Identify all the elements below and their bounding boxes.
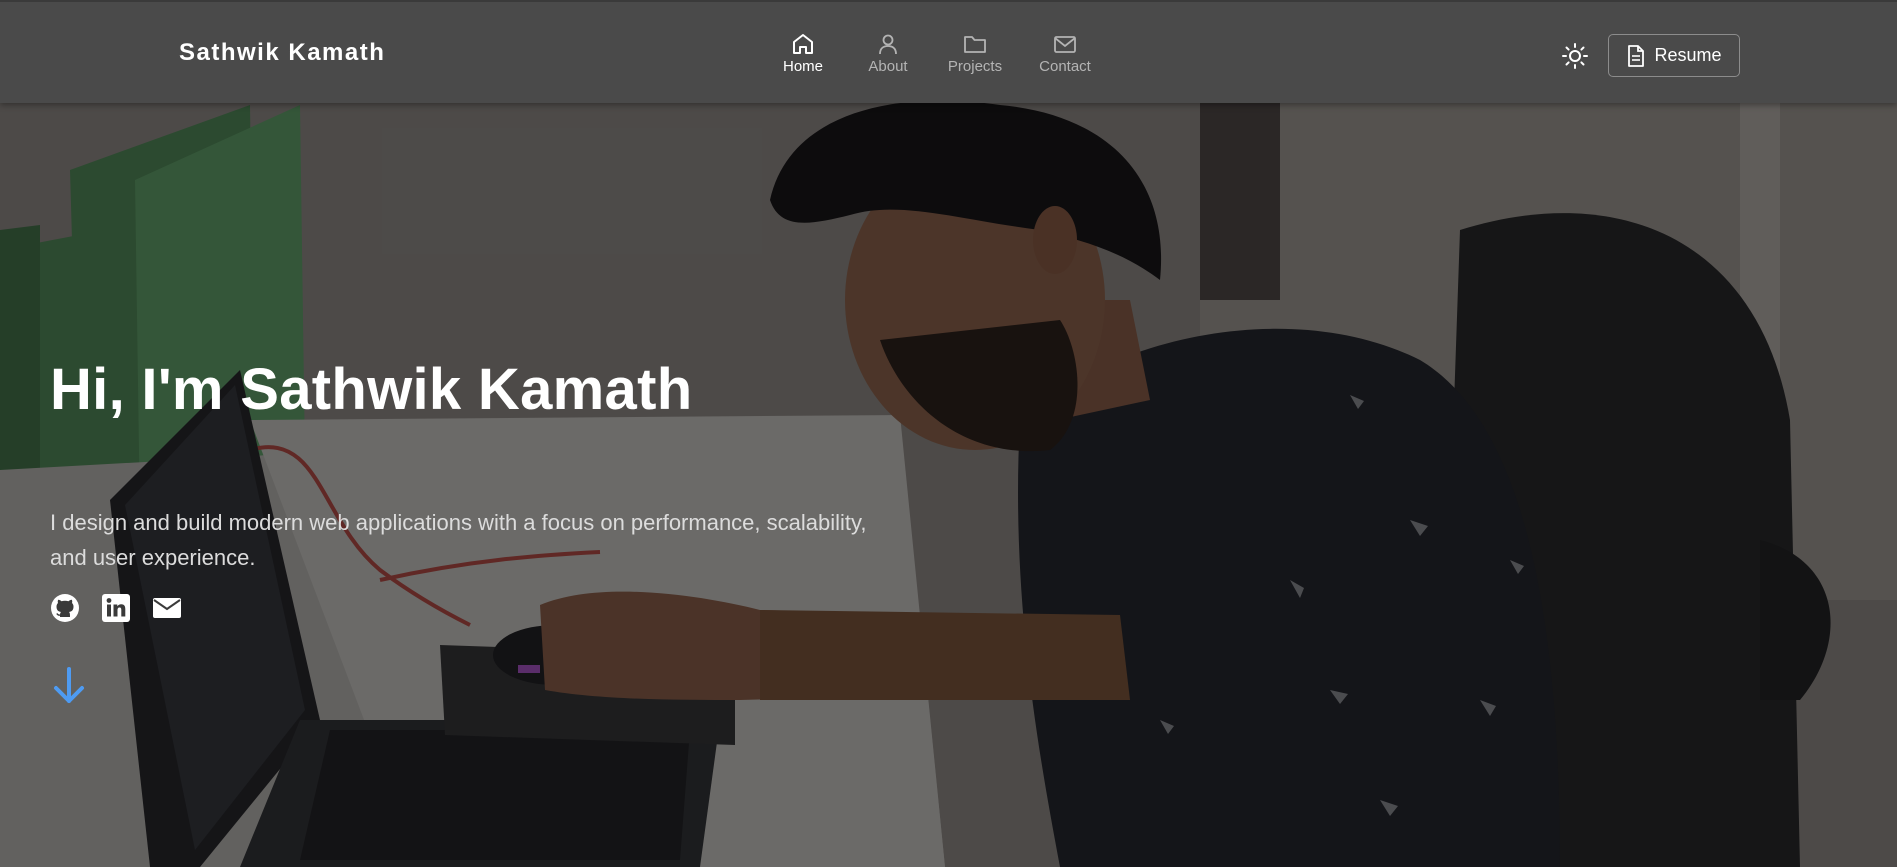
- nav-label-about: About: [868, 58, 908, 75]
- nav-label-home: Home: [782, 58, 823, 75]
- hero-background: [0, 0, 1897, 867]
- nav-item-home[interactable]: Home: [775, 32, 831, 82]
- sun-icon: [1562, 43, 1588, 69]
- hero-overlay: [0, 0, 1897, 867]
- brand-name[interactable]: Sathwik Kamath: [179, 39, 385, 67]
- hero-title: Hi, I'm Sathwik Kamath: [50, 357, 693, 422]
- document-icon: [1628, 44, 1645, 67]
- user-icon: [879, 34, 897, 55]
- nav-label-projects: Projects: [947, 58, 1003, 75]
- social-links: [50, 593, 182, 623]
- mail-icon: [1054, 36, 1076, 53]
- arrow-down-icon[interactable]: [52, 666, 86, 706]
- home-icon: [793, 34, 813, 54]
- nav-item-projects[interactable]: Projects: [940, 32, 1010, 82]
- theme-toggle-button[interactable]: [1561, 42, 1589, 70]
- resume-button[interactable]: Resume: [1608, 34, 1740, 77]
- folder-icon: [964, 36, 986, 53]
- navbar: Sathwik Kamath Home About Projects Conta…: [0, 0, 1897, 103]
- nav-item-contact[interactable]: Contact: [1032, 32, 1098, 82]
- hero-description: I design and build modern web applicatio…: [50, 510, 867, 570]
- nav-label-contact: Contact: [1039, 58, 1091, 75]
- resume-label: Resume: [1654, 45, 1722, 65]
- linkedin-icon[interactable]: [101, 593, 131, 623]
- email-icon[interactable]: [152, 593, 182, 623]
- github-icon[interactable]: [50, 593, 80, 623]
- nav-item-about[interactable]: About: [858, 32, 918, 82]
- main-nav: Home About Projects Contact: [780, 32, 1098, 82]
